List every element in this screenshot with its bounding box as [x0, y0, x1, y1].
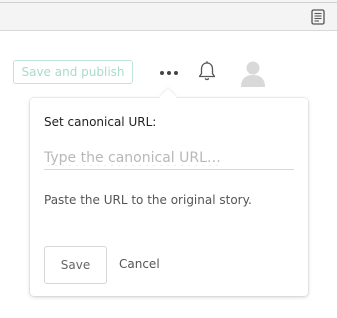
browser-toolbar-divider	[0, 2, 337, 3]
notifications-bell-icon[interactable]	[197, 60, 217, 82]
more-options-icon[interactable]	[159, 64, 179, 76]
helper-text: Paste the URL to the original story.	[44, 193, 252, 207]
canonical-url-input[interactable]	[44, 147, 294, 170]
save-and-publish-button[interactable]: Save and publish	[13, 60, 133, 84]
popover-title: Set canonical URL:	[44, 115, 157, 129]
cancel-button[interactable]: Cancel	[119, 257, 160, 271]
reader-mode-icon[interactable]	[309, 8, 327, 26]
user-avatar-icon[interactable]	[238, 57, 268, 87]
browser-toolbar	[0, 0, 337, 31]
save-button[interactable]: Save	[44, 246, 107, 284]
popover-arrow-joint	[154, 99, 182, 109]
